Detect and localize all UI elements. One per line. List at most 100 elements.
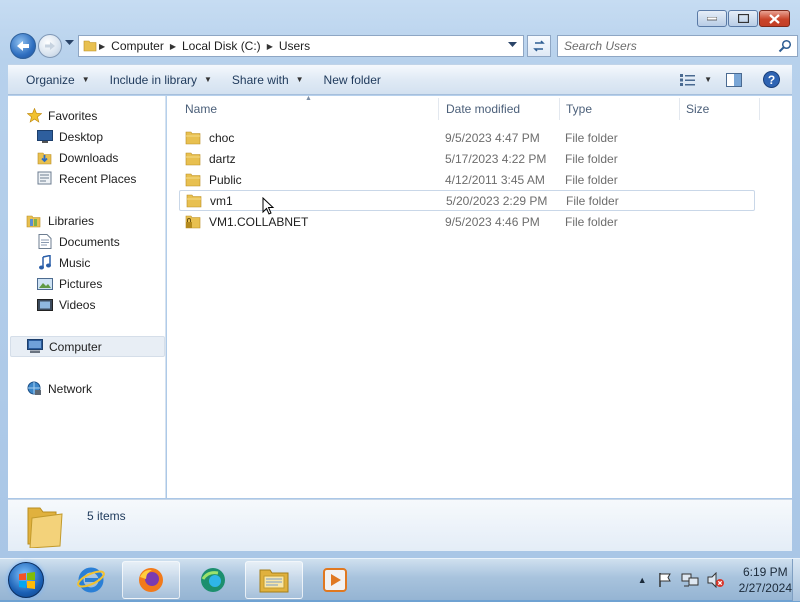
- new-folder-label: New folder: [323, 72, 381, 87]
- explorer-window: ▶ Computer ▶ Local Disk (C:) ▶ Users Org…: [0, 0, 800, 558]
- file-type: File folder: [565, 151, 618, 166]
- file-row-hovered[interactable]: vm1 5/20/2023 2:29 PM File folder: [179, 190, 755, 215]
- file-name: vm1: [210, 193, 233, 208]
- nav-item-downloads[interactable]: Downloads: [8, 147, 166, 168]
- windows-logo-icon: [19, 572, 35, 589]
- column-header-date-modified[interactable]: Date modified: [440, 98, 560, 120]
- change-view-button[interactable]: ▼: [680, 73, 712, 86]
- nav-item-label: Desktop: [59, 129, 104, 144]
- navigation-pane: Favorites Desktop Downloads Recent Place…: [8, 96, 166, 498]
- column-header-name[interactable]: Name: [179, 98, 439, 120]
- taskbar-firefox[interactable]: [122, 561, 180, 599]
- locked-folder-icon: [185, 215, 201, 229]
- share-with-button[interactable]: Share with ▼: [222, 68, 314, 92]
- view-details-icon: [680, 73, 696, 86]
- file-list: ▲ Name Date modified Type Size choc 9/5/…: [167, 95, 792, 498]
- command-bar: Organize ▼ Include in library ▼ Share wi…: [8, 64, 792, 95]
- nav-libraries[interactable]: Libraries: [8, 210, 166, 231]
- chevron-down-icon: ▼: [295, 75, 304, 84]
- windows-explorer-icon: [259, 569, 289, 593]
- network-icon: [26, 381, 42, 397]
- item-count: 5 items: [87, 509, 126, 523]
- nav-item-label: Pictures: [59, 276, 103, 291]
- nav-computer[interactable]: Computer: [10, 336, 165, 357]
- new-folder-button[interactable]: New folder: [314, 68, 391, 92]
- firefox-icon: [139, 568, 163, 592]
- nav-item-label: Music: [59, 255, 91, 270]
- breadcrumb-separator[interactable]: ▶: [168, 42, 178, 51]
- file-date: 5/17/2023 4:22 PM: [445, 151, 547, 166]
- folder-icon: [185, 152, 201, 166]
- file-name: VM1.COLLABNET: [209, 214, 309, 229]
- search-box[interactable]: [557, 35, 798, 57]
- caption-buttons: [697, 10, 790, 27]
- downloads-icon: [37, 150, 53, 166]
- nav-item-music[interactable]: Music: [8, 252, 166, 273]
- breadcrumb-users[interactable]: Users: [275, 36, 314, 56]
- recent-places-icon: [37, 171, 53, 187]
- system-tray: ▲ 6:19 PM 2/27/2024: [638, 559, 792, 601]
- nav-item-label: Documents: [59, 234, 120, 249]
- folder-icon: [27, 507, 63, 548]
- include-in-library-button[interactable]: Include in library ▼: [100, 68, 222, 92]
- nav-item-documents[interactable]: Documents: [8, 231, 166, 252]
- preview-pane-icon[interactable]: [726, 72, 742, 87]
- file-date: 9/5/2023 4:46 PM: [445, 214, 540, 229]
- show-hidden-icons-button[interactable]: ▲: [638, 575, 647, 585]
- internet-explorer-icon: [77, 567, 105, 593]
- file-row[interactable]: Public 4/12/2011 3:45 AM File folder: [179, 169, 755, 190]
- music-icon: [37, 255, 53, 271]
- nav-item-label: Downloads: [59, 150, 119, 165]
- column-header-size[interactable]: Size: [680, 98, 760, 120]
- column-header-type[interactable]: Type: [560, 98, 680, 120]
- address-history-dropdown[interactable]: [508, 42, 517, 48]
- taskbar-windows-explorer[interactable]: [245, 561, 303, 599]
- breadcrumb-separator[interactable]: ▶: [265, 42, 275, 51]
- recent-pages-dropdown[interactable]: [65, 40, 74, 46]
- file-row[interactable]: dartz 5/17/2023 4:22 PM File folder: [179, 148, 755, 169]
- nav-item-recent-places[interactable]: Recent Places: [8, 168, 166, 189]
- forward-button[interactable]: [38, 34, 62, 58]
- nav-network-label: Network: [48, 381, 93, 396]
- network-status-icon[interactable]: [681, 572, 699, 588]
- folder-icon: [186, 194, 202, 208]
- volume-muted-icon[interactable]: [707, 572, 725, 588]
- file-type: File folder: [565, 130, 618, 145]
- show-desktop-button[interactable]: [792, 559, 800, 601]
- nav-item-desktop[interactable]: Desktop: [8, 126, 166, 147]
- clock[interactable]: 6:19 PM 2/27/2024: [739, 564, 792, 596]
- organize-button[interactable]: Organize ▼: [16, 68, 100, 92]
- taskbar-internet-explorer[interactable]: [62, 561, 120, 599]
- minimize-button[interactable]: [697, 10, 727, 27]
- nav-item-videos[interactable]: Videos: [8, 294, 166, 315]
- folder-icon: [185, 173, 201, 187]
- pictures-icon: [37, 276, 53, 292]
- breadcrumb-local-disk[interactable]: Local Disk (C:): [178, 36, 265, 56]
- file-row[interactable]: choc 9/5/2023 4:47 PM File folder: [179, 127, 755, 148]
- file-date: 9/5/2023 4:47 PM: [445, 130, 540, 145]
- search-input[interactable]: [558, 36, 768, 56]
- computer-icon: [27, 339, 43, 355]
- help-icon[interactable]: ?: [763, 71, 780, 88]
- nav-favorites[interactable]: Favorites: [8, 105, 166, 126]
- details-pane: 5 items: [8, 499, 792, 551]
- file-type: File folder: [565, 214, 618, 229]
- file-date: 4/12/2011 3:45 AM: [445, 172, 545, 187]
- start-button[interactable]: [8, 562, 44, 598]
- nav-network[interactable]: Network: [8, 378, 166, 399]
- breadcrumb-separator[interactable]: ▶: [97, 42, 107, 51]
- breadcrumb-computer[interactable]: Computer: [107, 36, 168, 56]
- taskbar-edge[interactable]: [184, 561, 242, 599]
- refresh-button[interactable]: [527, 35, 551, 57]
- action-center-flag-icon[interactable]: [657, 572, 673, 588]
- file-row[interactable]: VM1.COLLABNET 9/5/2023 4:46 PM File fold…: [179, 211, 755, 232]
- close-button[interactable]: [759, 10, 790, 27]
- taskbar-media-player[interactable]: [306, 561, 364, 599]
- address-bar[interactable]: ▶ Computer ▶ Local Disk (C:) ▶ Users: [78, 35, 524, 57]
- maximize-button[interactable]: [728, 10, 758, 27]
- documents-icon: [37, 234, 53, 250]
- back-button[interactable]: [10, 33, 36, 59]
- search-icon[interactable]: [778, 39, 792, 53]
- nav-item-pictures[interactable]: Pictures: [8, 273, 166, 294]
- file-name: choc: [209, 130, 235, 145]
